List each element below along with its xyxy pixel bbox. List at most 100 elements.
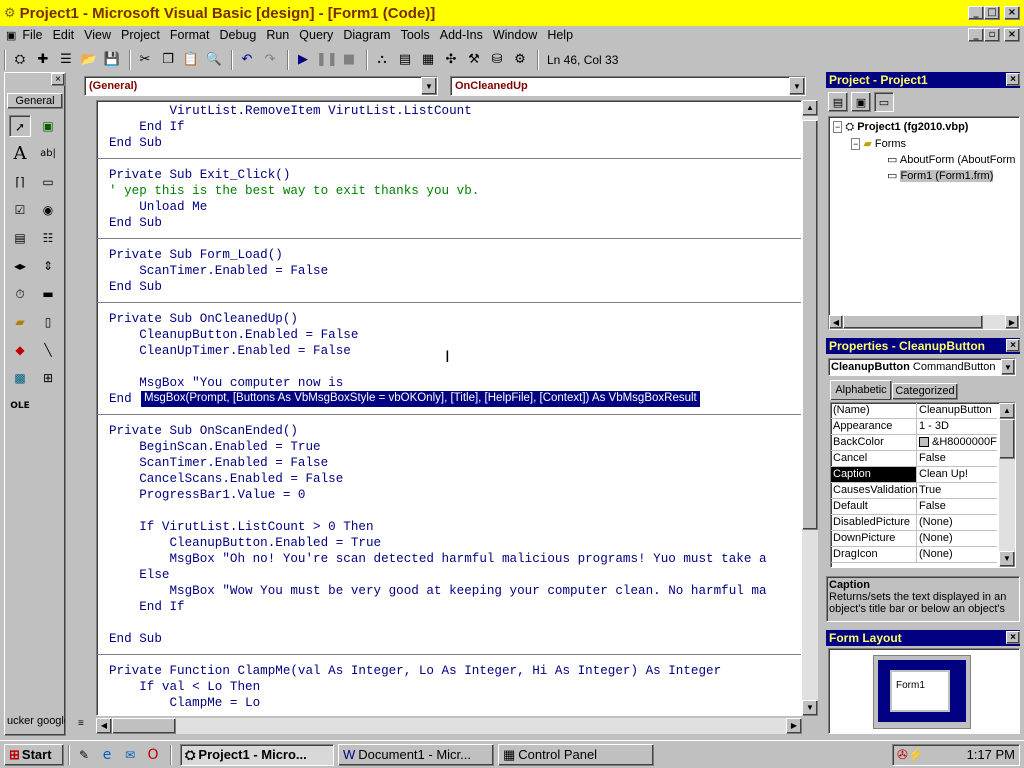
procedure-view-icon[interactable]: ≡ bbox=[78, 718, 94, 732]
tree-root[interactable]: − ⛭ Project1 (fg2010.vbp) bbox=[833, 121, 968, 134]
toggle-folders-icon[interactable]: ▭ bbox=[874, 92, 894, 112]
hscroll-thumb[interactable] bbox=[112, 718, 176, 734]
ie-icon[interactable]: e bbox=[97, 745, 117, 765]
property-row[interactable]: DownPicture (None) bbox=[831, 531, 997, 547]
scroll-right-icon[interactable]: ▶ bbox=[1005, 315, 1019, 329]
start-icon[interactable]: ▶ bbox=[293, 50, 313, 70]
toolbox-close-button[interactable]: × bbox=[51, 73, 65, 86]
menu-diagram[interactable]: Diagram bbox=[343, 28, 390, 42]
properties-window-icon[interactable]: ▤ bbox=[395, 50, 415, 70]
scroll-down-icon[interactable]: ▼ bbox=[802, 700, 818, 716]
scroll-down-icon[interactable]: ▼ bbox=[999, 551, 1015, 567]
horizontal-scrollbar[interactable]: ◀ ▶ bbox=[96, 718, 802, 734]
title-bar[interactable]: ⚙ Project1 - Microsoft Visual Basic [des… bbox=[0, 0, 1024, 26]
code-line[interactable]: CleanupButton.Enabled = True bbox=[109, 535, 381, 551]
code-line[interactable]: ProgressBar1.Value = 0 bbox=[109, 487, 305, 503]
find-icon[interactable]: 🔍 bbox=[204, 50, 224, 70]
tray-icon[interactable]: ✇⚡ bbox=[897, 747, 924, 763]
property-row[interactable]: BackColor &H8000000F bbox=[831, 435, 997, 451]
properties-close-button[interactable]: × bbox=[1006, 339, 1020, 352]
task-vb[interactable]: ⛭ Project1 - Micro... bbox=[180, 743, 334, 766]
outlook-icon[interactable]: ✉ bbox=[120, 745, 140, 765]
tab-categorized[interactable]: Categorized bbox=[892, 383, 958, 400]
object-browser-icon[interactable]: ✣ bbox=[441, 50, 461, 70]
combobox-icon[interactable]: ▤ bbox=[9, 227, 31, 249]
shape-icon[interactable]: ◆ bbox=[9, 339, 31, 361]
menu-project[interactable]: Project bbox=[121, 28, 160, 42]
form1-preview[interactable]: Form1 bbox=[890, 670, 950, 712]
collapse-icon[interactable]: − bbox=[851, 138, 861, 150]
toolbox-tab-general[interactable]: General bbox=[7, 93, 63, 109]
code-line[interactable]: End Sub bbox=[109, 279, 162, 295]
chevron-down-icon[interactable]: ▼ bbox=[421, 77, 437, 95]
code-line[interactable]: End If bbox=[109, 599, 184, 615]
object-combo[interactable]: (General) ▼ bbox=[84, 76, 438, 96]
code-line[interactable]: MsgBox "You computer now is bbox=[109, 375, 351, 391]
copy-icon[interactable]: ❐ bbox=[158, 50, 178, 70]
save-project-icon[interactable]: 💾 bbox=[102, 50, 122, 70]
desktop-icon[interactable]: ✎ bbox=[74, 745, 94, 765]
property-row[interactable]: Cancel False bbox=[831, 451, 997, 467]
object-selector[interactable]: CleanupButton CommandButton ▼ bbox=[828, 358, 1016, 376]
property-row[interactable]: CausesValidation True bbox=[831, 483, 997, 499]
code-line[interactable]: Private Sub Form_Load() bbox=[109, 247, 283, 263]
hscrollbar-icon[interactable]: ◂▸ bbox=[9, 255, 31, 277]
code-line[interactable]: Private Function ClampMe(val As Integer,… bbox=[109, 663, 721, 679]
code-line[interactable]: BeginScan.Enabled = True bbox=[109, 439, 320, 455]
view-code-icon[interactable]: ▤ bbox=[828, 92, 848, 112]
maximize-button[interactable]: □ bbox=[984, 6, 1000, 20]
component-manager-icon[interactable]: ⚙ bbox=[510, 50, 530, 70]
add-project-icon[interactable]: ⛭ bbox=[10, 50, 30, 70]
scroll-left-icon[interactable]: ◀ bbox=[96, 718, 112, 734]
tree-scroll-thumb[interactable] bbox=[843, 315, 983, 329]
cut-icon[interactable]: ✂ bbox=[135, 50, 155, 70]
clock[interactable]: 1:17 PM bbox=[967, 747, 1015, 762]
undo-icon[interactable]: ↶ bbox=[237, 50, 257, 70]
scroll-left-icon[interactable]: ◀ bbox=[829, 315, 843, 329]
menu-file[interactable]: File bbox=[22, 28, 42, 42]
menu-debug[interactable]: Debug bbox=[219, 28, 256, 42]
close-button[interactable]: × bbox=[1004, 6, 1020, 20]
code-line[interactable]: Private Sub OnScanEnded() bbox=[109, 423, 298, 439]
task-word[interactable]: W Document1 - Micr... bbox=[338, 743, 494, 766]
form-layout-close-button[interactable]: × bbox=[1006, 631, 1020, 644]
code-line[interactable]: End Sub bbox=[109, 631, 162, 647]
view-object-icon[interactable]: ▣ bbox=[851, 92, 871, 112]
code-editor[interactable]: VirutList.RemoveItem VirutList.ListCount… bbox=[96, 100, 802, 716]
tree-hscrollbar[interactable]: ◀ ▶ bbox=[829, 315, 1019, 329]
scroll-up-icon[interactable]: ▲ bbox=[999, 403, 1015, 419]
pointer-icon[interactable]: ➚ bbox=[9, 115, 31, 137]
tab-alphabetic[interactable]: Alphabetic bbox=[830, 380, 892, 400]
code-line[interactable]: Else bbox=[109, 567, 169, 583]
vscrollbar-icon[interactable]: ⇕ bbox=[37, 255, 59, 277]
menu-run[interactable]: Run bbox=[266, 28, 289, 42]
property-row[interactable]: (Name) CleanupButton bbox=[831, 403, 997, 419]
menu-format[interactable]: Format bbox=[170, 28, 210, 42]
picturebox-icon[interactable]: ▣ bbox=[37, 115, 59, 137]
tree-folder[interactable]: − ▰ Forms bbox=[851, 137, 906, 150]
redo-icon[interactable]: ↷ bbox=[260, 50, 280, 70]
code-line[interactable]: ScanTimer.Enabled = False bbox=[109, 455, 328, 471]
code-line[interactable]: ' yep this is the best way to exit thank… bbox=[109, 183, 479, 199]
code-line[interactable]: CancelScans.Enabled = False bbox=[109, 471, 343, 487]
ole-icon[interactable]: OLE bbox=[9, 395, 31, 417]
code-line[interactable]: ClampMe = Lo bbox=[109, 695, 260, 711]
menu-tools[interactable]: Tools bbox=[401, 28, 430, 42]
scroll-thumb[interactable] bbox=[802, 120, 818, 530]
child-minimize-button[interactable]: _ bbox=[968, 28, 984, 42]
textbox-icon[interactable]: ab| bbox=[37, 143, 59, 165]
listbox-icon[interactable]: ☷ bbox=[37, 227, 59, 249]
commandbutton-icon[interactable]: ▭ bbox=[37, 171, 59, 193]
add-form-icon[interactable]: ✚ bbox=[33, 50, 53, 70]
open-project-icon[interactable]: 📂 bbox=[79, 50, 99, 70]
props-scrollbar[interactable]: ▲ ▼ bbox=[999, 403, 1015, 567]
property-row[interactable]: DisabledPicture (None) bbox=[831, 515, 997, 531]
scroll-right-icon[interactable]: ▶ bbox=[786, 718, 802, 734]
code-line[interactable]: CleanupButton.Enabled = False bbox=[109, 327, 358, 343]
project-explorer-icon[interactable]: ⛬ bbox=[372, 50, 392, 70]
data-control-icon[interactable]: ⊞ bbox=[37, 367, 59, 389]
chevron-down-icon[interactable]: ▼ bbox=[1001, 359, 1015, 375]
data-view-icon[interactable]: ⛁ bbox=[487, 50, 507, 70]
toolbox-icon[interactable]: ⚒ bbox=[464, 50, 484, 70]
code-line[interactable]: End bbox=[109, 391, 132, 407]
